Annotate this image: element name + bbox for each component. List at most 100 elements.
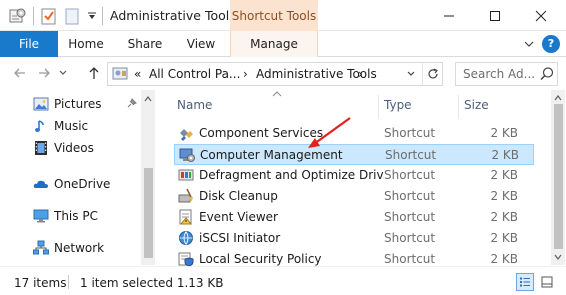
local-security-policy-icon [178, 252, 194, 267]
file-type: Shortcut [384, 231, 436, 245]
close-button[interactable] [518, 0, 564, 31]
back-button[interactable] [12, 65, 28, 81]
chevron-down-icon [524, 41, 534, 47]
file-list-scrollbar[interactable] [551, 90, 565, 265]
file-size: 2 KB [490, 126, 518, 140]
help-button[interactable]: ? [542, 35, 560, 53]
file-type: Shortcut [384, 210, 436, 224]
expand-ribbon-button[interactable] [518, 33, 540, 55]
status-divider [68, 275, 69, 289]
breadcrumb-separator[interactable]: › [243, 67, 248, 81]
file-name: Disk Cleanup [199, 189, 278, 203]
details-view-button[interactable] [516, 273, 534, 291]
this-pc-icon [33, 209, 49, 223]
file-size: 2 KB [490, 210, 518, 224]
up-button[interactable] [86, 65, 102, 81]
new-folder-icon[interactable] [63, 6, 81, 26]
annotation-arrow-icon [308, 117, 351, 148]
pictures-icon [33, 97, 49, 111]
selection-info: 1 item selected 1.13 KB [80, 276, 224, 290]
file-name: iSCSI Initiator [199, 231, 281, 245]
dropdown-arrow-icon[interactable] [86, 6, 98, 26]
scrollbar-thumb[interactable] [554, 104, 563, 249]
item-count: 17 items [14, 276, 67, 290]
toolbar-divider [33, 7, 34, 25]
file-type: Shortcut [385, 148, 437, 162]
nav-item-pictures[interactable]: Pictures [0, 94, 140, 114]
nav-item-label: Music [54, 119, 89, 133]
column-header-size[interactable]: Size [464, 95, 534, 119]
videos-icon [35, 141, 47, 155]
tab-manage[interactable]: Manage [230, 31, 318, 57]
breadcrumb-separator[interactable]: › [358, 67, 363, 81]
ribbon: File Home Share View Manage ? [0, 31, 566, 57]
checkmark-icon[interactable] [40, 6, 58, 26]
search-box[interactable] [455, 62, 558, 86]
breadcrumb-control-panel[interactable]: All Control Pa... [149, 67, 240, 81]
minimize-icon [444, 15, 454, 16]
file-type: Shortcut [384, 252, 436, 266]
forward-arrow-icon [39, 68, 50, 78]
table-row[interactable]: Event Viewer Shortcut 2 KB [174, 207, 534, 228]
file-name: Local Security Policy [199, 252, 322, 266]
chevron-down-icon [407, 71, 415, 76]
defragment-icon [178, 169, 194, 181]
nav-item-onedrive[interactable]: OneDrive [0, 174, 140, 194]
component-services-icon [180, 129, 193, 141]
tab-view[interactable]: View [178, 31, 224, 57]
control-panel-icon [112, 67, 128, 80]
toolbar-divider [102, 7, 103, 25]
file-list: Name Type Size Component Services Shortc… [160, 90, 566, 267]
file-size: 2 KB [490, 231, 518, 245]
navigation-pane: Pictures Music Videos OneDrive This PC N… [0, 90, 155, 265]
table-row[interactable]: Disk Cleanup Shortcut 2 KB [174, 186, 534, 207]
file-type: Shortcut [384, 189, 436, 203]
back-arrow-icon [14, 68, 25, 78]
file-type: Shortcut [384, 168, 436, 182]
refresh-button[interactable] [422, 63, 442, 85]
tab-file[interactable]: File [0, 31, 58, 57]
window-title: Administrative Tools [110, 8, 236, 23]
large-icons-view-button[interactable] [538, 273, 556, 291]
nav-pane-scrollbar[interactable] [141, 90, 155, 265]
file-type: Shortcut [384, 126, 436, 140]
table-row[interactable]: iSCSI Initiator Shortcut 2 KB [174, 228, 534, 249]
file-size: 2 KB [490, 189, 518, 203]
computer-management-icon [179, 148, 195, 162]
search-input[interactable] [456, 63, 538, 85]
nav-item-videos[interactable]: Videos [0, 138, 140, 158]
column-header-type[interactable]: Type [384, 95, 454, 119]
maximize-button[interactable] [472, 0, 518, 31]
table-row[interactable]: Defragment and Optimize Driv... Shortcut… [174, 165, 534, 186]
refresh-icon [427, 68, 438, 79]
file-size: 2 KB [490, 168, 518, 182]
scroll-up-arrow[interactable] [553, 93, 563, 103]
scroll-up-arrow[interactable] [143, 94, 153, 104]
address-history-button[interactable] [402, 63, 420, 85]
nav-item-music[interactable]: Music [0, 116, 140, 136]
pin-icon [127, 98, 137, 108]
recent-locations-button[interactable] [58, 65, 68, 81]
nav-item-network[interactable]: Network [0, 238, 140, 258]
large-icons-view-icon [541, 276, 553, 288]
scroll-down-arrow[interactable] [553, 252, 563, 262]
column-divider[interactable] [378, 95, 379, 119]
forward-button[interactable] [36, 65, 52, 81]
minimize-button[interactable] [426, 0, 472, 31]
nav-item-label: OneDrive [54, 177, 111, 191]
nav-item-label: This PC [54, 209, 98, 223]
address-bar[interactable]: « All Control Pa... › Administrative Too… [107, 62, 443, 86]
properties-icon[interactable] [8, 6, 28, 26]
tab-share[interactable]: Share [118, 31, 172, 57]
tab-home[interactable]: Home [60, 31, 112, 57]
search-icon[interactable] [539, 66, 555, 82]
column-divider[interactable] [458, 95, 459, 119]
chevron-up-icon [554, 95, 562, 101]
file-name: Defragment and Optimize Driv... [199, 168, 384, 182]
scrollbar-thumb[interactable] [144, 168, 153, 258]
breadcrumb-overflow[interactable]: « [134, 67, 141, 81]
nav-item-label: Network [54, 241, 105, 255]
nav-item-this-pc[interactable]: This PC [0, 206, 140, 226]
status-bar: 17 items 1 item selected 1.13 KB [0, 266, 566, 295]
chevron-down-icon [59, 70, 67, 75]
